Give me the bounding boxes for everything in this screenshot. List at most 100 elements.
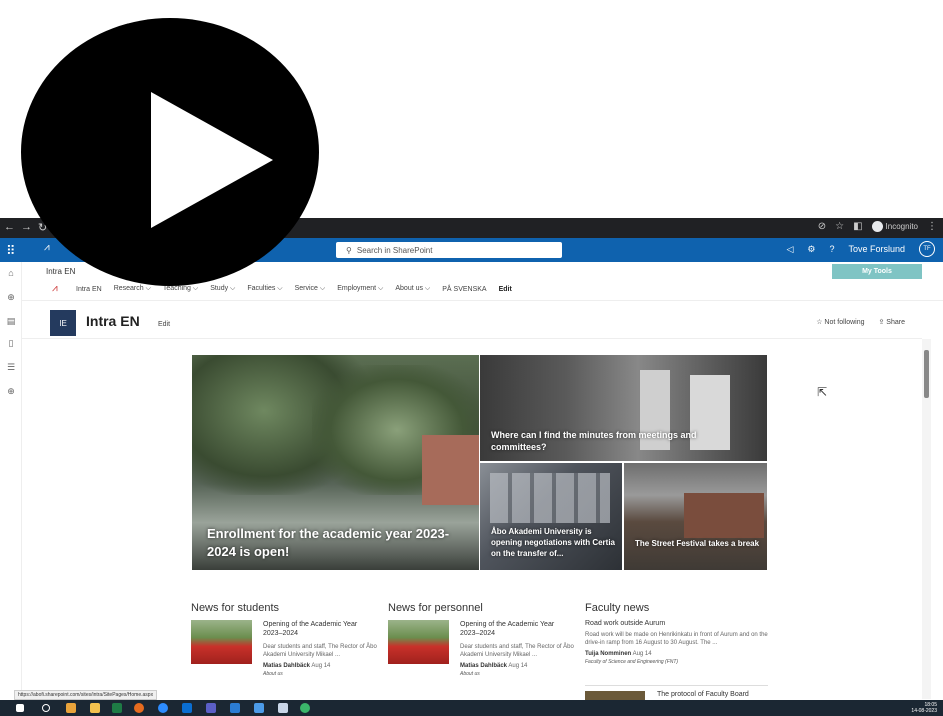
divider	[22, 338, 922, 339]
folder-icon[interactable]	[90, 703, 100, 713]
hero-tile-certia[interactable]: Åbo Akademi University is opening negoti…	[480, 463, 622, 570]
share-button[interactable]: ⇪ Share	[879, 318, 906, 326]
news-students-heading: News for students	[191, 602, 280, 614]
user-name[interactable]: Tove Forslund	[848, 244, 905, 254]
megaphone-icon[interactable]: ◁	[786, 244, 793, 255]
news-author: Tuija Nomminen	[585, 651, 632, 658]
list-item[interactable]: Opening of the Academic Year 2023–2024 D…	[388, 620, 574, 690]
search-icon: ⚲	[346, 245, 352, 255]
news-meta: Matias Dahlbäck Aug 14	[263, 663, 377, 669]
news-tag[interactable]: About us	[263, 671, 377, 677]
word-icon[interactable]	[230, 703, 240, 713]
hero-tile-street-festival[interactable]: The Street Festival takes a break	[624, 463, 767, 570]
windows-start-icon[interactable]	[16, 704, 24, 712]
forward-icon[interactable]: →	[21, 221, 32, 234]
file-icon[interactable]: ▯	[6, 338, 16, 348]
chrome-icon[interactable]	[66, 703, 76, 713]
home-icon[interactable]: ⌂	[6, 268, 16, 278]
status-url: https://abofi.sharepoint.com/sites/intra…	[14, 690, 158, 700]
site-title[interactable]: Intra EN	[86, 313, 140, 329]
firefox-icon[interactable]	[134, 703, 144, 713]
not-following-button[interactable]: ☆ Not following	[816, 318, 864, 326]
hero-tile-minutes[interactable]: Where can I find the minutes from meetin…	[480, 355, 767, 461]
news-tag[interactable]: About us	[460, 671, 574, 677]
news-author: Matias Dahlbäck	[460, 663, 508, 670]
create-icon[interactable]: ⊕	[6, 386, 16, 396]
hub-name[interactable]: Intra EN	[46, 267, 75, 276]
app-icon[interactable]	[300, 703, 310, 713]
hero-tile-main[interactable]: Enrollment for the academic year 2023-20…	[192, 355, 479, 570]
gear-icon[interactable]: ⚙	[807, 244, 815, 255]
left-rail: ⌂ ⊕ ▤ ▯ ☰ ⊕	[0, 262, 22, 700]
globe-icon[interactable]: ⊕	[6, 292, 16, 302]
news-meta: Tuija Nomminen Aug 14	[585, 651, 770, 657]
incognito-indicator[interactable]: Incognito	[871, 221, 918, 232]
hero-image	[422, 435, 479, 505]
back-icon[interactable]: ←	[4, 221, 15, 234]
nav-item-about-us[interactable]: About us ⌵	[395, 285, 430, 293]
news-icon[interactable]: ▤	[6, 316, 16, 326]
zoom-icon[interactable]	[158, 703, 168, 713]
news-title[interactable]: Opening of the Academic Year 2023–2024	[263, 620, 377, 638]
teams-icon[interactable]	[206, 703, 216, 713]
divider	[585, 685, 768, 686]
taskbar: 18:05 14-08-2023	[0, 700, 943, 716]
app-launcher-icon[interactable]: ⠿	[6, 243, 16, 259]
star-icon[interactable]: ☆	[835, 221, 844, 232]
system-clock[interactable]: 18:05 14-08-2023	[911, 702, 937, 714]
hero-tile-certia-title: Åbo Akademi University is opening negoti…	[491, 527, 615, 558]
app-icon[interactable]	[278, 703, 288, 713]
incognito-icon	[871, 221, 883, 232]
news-date: Aug 14	[508, 663, 528, 670]
list-icon[interactable]: ☰	[6, 362, 16, 372]
news-meta: Matias Dahlbäck Aug 14	[460, 663, 574, 669]
video-play-button[interactable]	[21, 18, 319, 286]
hero-tile-minutes-title: Where can I find the minutes from meetin…	[491, 430, 697, 453]
nav-edit-link[interactable]: Edit	[499, 286, 512, 293]
excel-icon[interactable]	[112, 703, 122, 713]
my-tools-button[interactable]: My Tools	[832, 264, 922, 279]
news-date: Aug 14	[311, 663, 331, 670]
news-title[interactable]: The protocol of Faculty Board	[657, 691, 749, 698]
menu-icon[interactable]: ⋮	[927, 221, 937, 232]
avatar[interactable]: TF	[919, 241, 935, 257]
nav-item-intra-en[interactable]: Intra EN	[76, 286, 102, 293]
search-icon[interactable]	[42, 704, 50, 712]
news-date: Aug 14	[632, 651, 652, 658]
news-title[interactable]: Road work outside Aurum	[585, 620, 770, 627]
list-item[interactable]: Opening of the Academic Year 2023–2024 D…	[191, 620, 377, 690]
play-icon	[151, 92, 273, 228]
nav-item-service[interactable]: Service ⌵	[295, 285, 326, 293]
news-thumbnail[interactable]	[388, 620, 449, 664]
news-title[interactable]: Opening of the Academic Year 2023–2024	[460, 620, 574, 638]
nav-item-employment[interactable]: Employment ⌵	[337, 285, 383, 293]
faculty-news-section: Faculty news Road work outside Aurum Roa…	[585, 602, 770, 665]
news-thumbnail[interactable]	[191, 620, 252, 664]
news-author: Matias Dahlbäck	[263, 663, 311, 670]
app-icon[interactable]	[254, 703, 264, 713]
nav-item-faculties[interactable]: Faculties ⌵	[247, 285, 282, 293]
hero-main-title: Enrollment for the academic year 2023-20…	[207, 526, 450, 559]
news-thumbnail[interactable]	[585, 691, 645, 700]
nav-item-pa-svenska[interactable]: PÅ SVENSKA	[442, 286, 486, 293]
hub-navigation: ⩘ Intra EN Research ⌵ Teaching ⌵ Study ⌵…	[52, 284, 512, 294]
site-logo[interactable]: IE	[50, 310, 76, 336]
search-placeholder: Search in SharePoint	[356, 245, 433, 255]
site-actions: ☆ Not following ⇪ Share	[816, 318, 905, 326]
news-description: Dear students and staff, The Rector of Å…	[263, 644, 377, 659]
mouse-cursor-icon: ⇱	[817, 385, 828, 399]
eye-off-icon[interactable]: ⊘	[818, 221, 826, 232]
hero-image	[684, 493, 764, 538]
search-input[interactable]: ⚲ Search in SharePoint	[336, 242, 562, 258]
news-personnel-heading: News for personnel	[388, 602, 483, 614]
help-icon[interactable]: ?	[829, 244, 834, 254]
hub-logo-icon[interactable]: ⩘	[52, 284, 64, 294]
nav-item-research[interactable]: Research ⌵	[114, 285, 151, 293]
page-scrollbar-thumb[interactable]	[924, 350, 929, 398]
nav-item-teaching[interactable]: Teaching ⌵	[163, 285, 198, 293]
sidepanel-icon[interactable]: ◧	[853, 221, 862, 232]
nav-item-study[interactable]: Study ⌵	[210, 285, 235, 293]
site-edit-link[interactable]: Edit	[158, 321, 170, 328]
news-tag[interactable]: Faculty of Science and Engineering (FNT)	[585, 659, 770, 665]
outlook-icon[interactable]	[182, 703, 192, 713]
